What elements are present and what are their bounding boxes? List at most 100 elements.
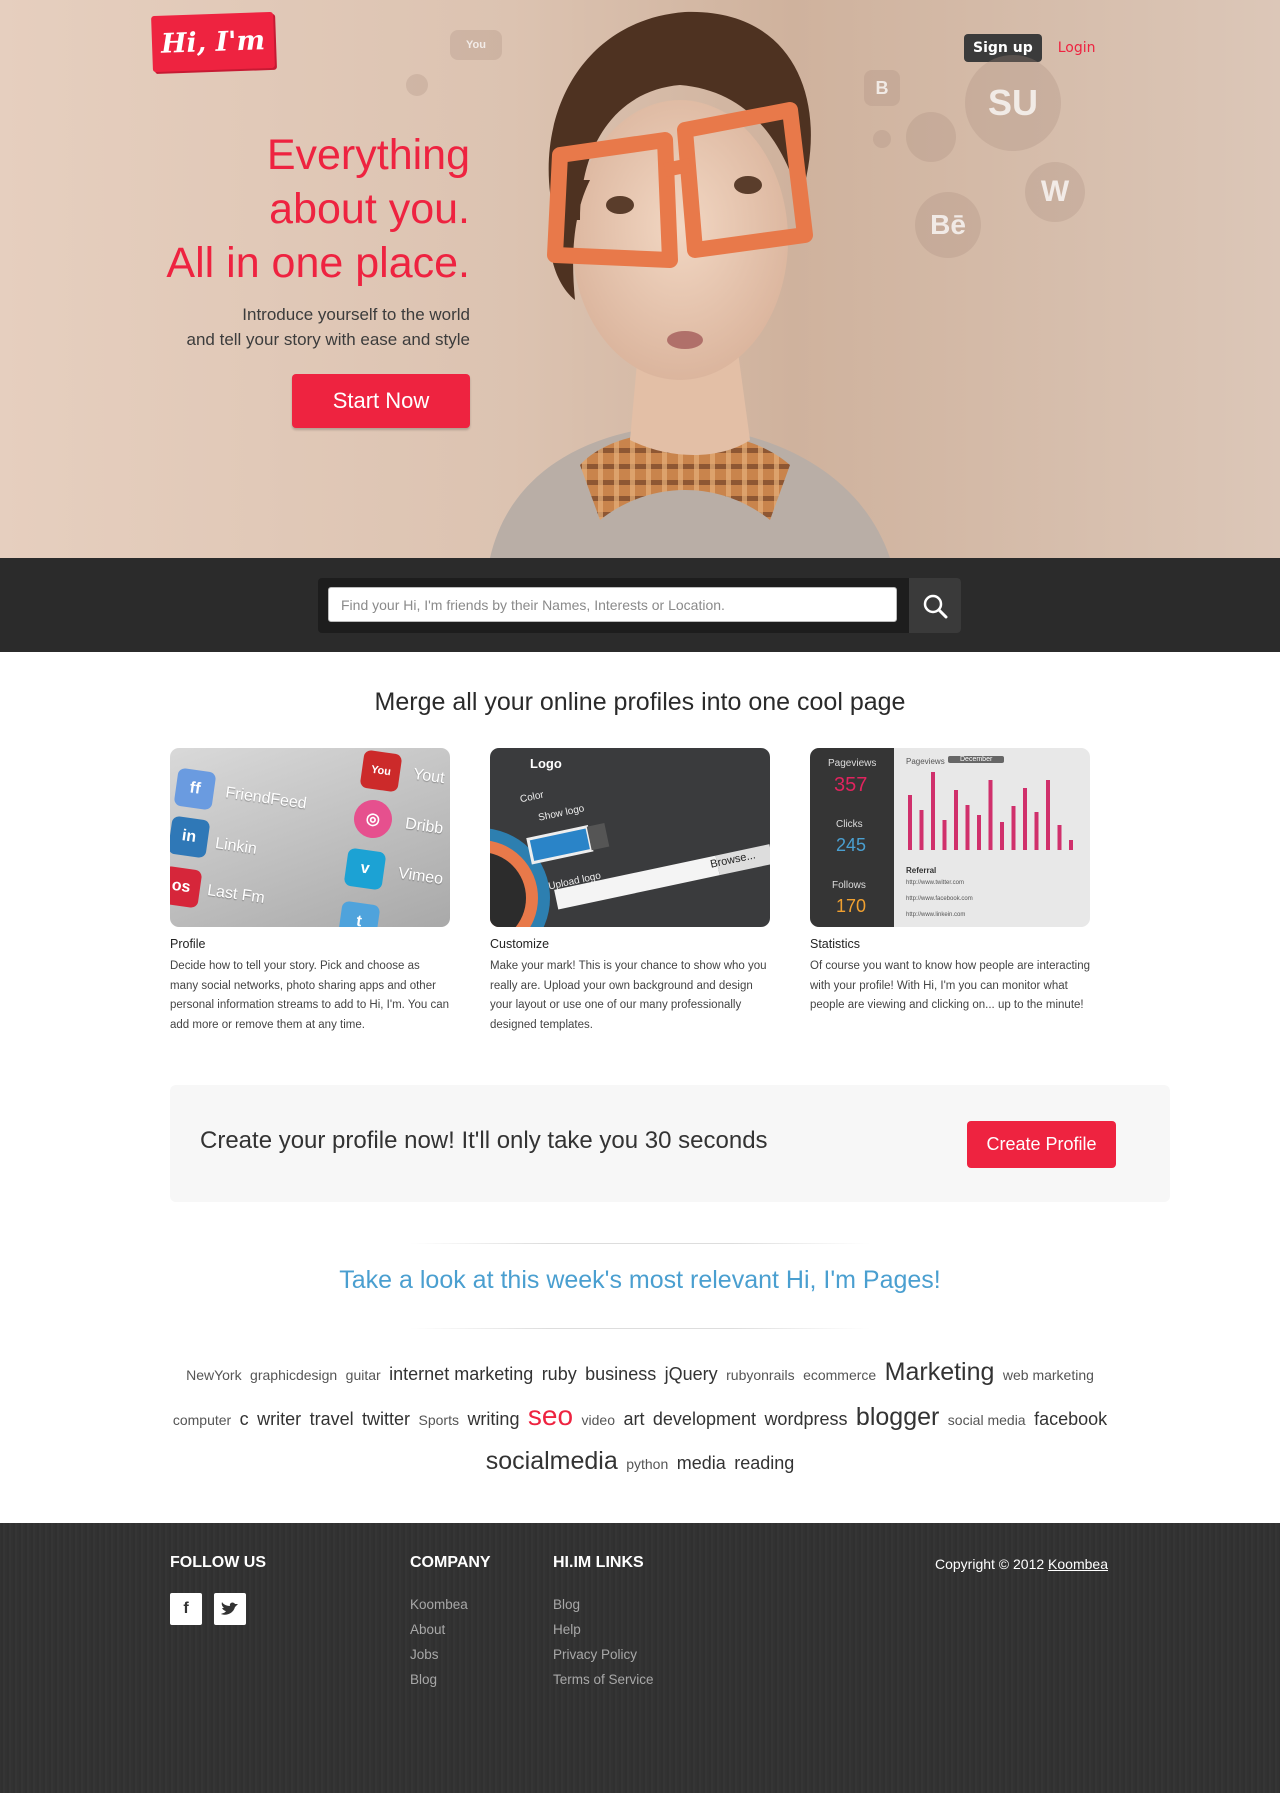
follow-heading: FOLLOW US	[170, 1554, 266, 1571]
create-profile-banner: Create your profile now! It'll only take…	[170, 1085, 1170, 1202]
tag-link[interactable]: Sports	[419, 1412, 459, 1428]
headline-line-3: All in one place.	[166, 239, 470, 287]
tag-link[interactable]: seo	[528, 1400, 573, 1431]
create-profile-button[interactable]: Create Profile	[967, 1121, 1116, 1168]
tag-link[interactable]: python	[626, 1456, 668, 1472]
hero-section: Hi, I'm Sign up Login Everything about y…	[0, 0, 1280, 558]
tag-link[interactable]: blogger	[856, 1403, 939, 1431]
thumb-label: FriendFeed	[224, 784, 308, 813]
friendfeed-icon: ff	[173, 767, 217, 811]
copyright-link[interactable]: Koombea	[1048, 1556, 1108, 1572]
footer-link-privacy[interactable]: Privacy Policy	[553, 1642, 654, 1667]
headline-line-2: about you.	[269, 185, 470, 233]
tag-link[interactable]: computer	[173, 1412, 231, 1428]
search-input[interactable]	[328, 587, 897, 622]
footer-link-koombea[interactable]: Koombea	[410, 1592, 468, 1617]
lastfm-icon: os	[170, 865, 203, 909]
search-button[interactable]	[909, 578, 961, 633]
stumbleupon-icon: SU	[965, 55, 1061, 151]
hero-subtitle: Introduce yourself to the world and tell…	[50, 302, 470, 352]
tag-link[interactable]: media	[677, 1453, 726, 1473]
subtitle-line-2: and tell your story with ease and style	[186, 330, 470, 349]
tag-link[interactable]: socialmedia	[486, 1447, 618, 1475]
login-link[interactable]: Login	[1058, 40, 1096, 56]
referral-row: http://www.facebook.com	[906, 896, 973, 902]
search-bar	[318, 578, 961, 633]
tag-link[interactable]: internet marketing	[389, 1364, 533, 1384]
stat-label: Follows	[832, 880, 866, 891]
tag-link[interactable]: writing	[467, 1409, 519, 1429]
referral-row: http://www.linkein.com	[906, 912, 966, 918]
tag-link[interactable]: Marketing	[885, 1358, 995, 1386]
tag-link[interactable]: ecommerce	[803, 1367, 876, 1383]
stats-bar	[954, 790, 958, 850]
tag-link[interactable]: rubyonrails	[726, 1367, 794, 1383]
tag-link[interactable]: c	[240, 1409, 249, 1429]
footer-link-blog[interactable]: Blog	[553, 1592, 654, 1617]
footer-link-about[interactable]: About	[410, 1617, 468, 1642]
feature-customize: Logo Color Show logo Upload logo Browse.…	[490, 748, 770, 1035]
twitter-icon: t	[337, 900, 381, 927]
stat-value: 357	[834, 774, 868, 796]
tag-link[interactable]: business	[585, 1364, 656, 1384]
feature-description: Of course you want to know how people ar…	[810, 960, 1090, 1011]
thumb-label: Last Fm	[206, 882, 266, 907]
footer-link-jobs[interactable]: Jobs	[410, 1642, 468, 1667]
company-heading: COMPANY	[410, 1554, 491, 1571]
thumb-heading: Logo	[530, 756, 562, 771]
tag-cloud: NewYork graphicdesign guitar internet ma…	[170, 1352, 1110, 1485]
company-links: Koombea About Jobs Blog	[410, 1592, 468, 1692]
feature-title: Customize	[490, 937, 550, 951]
tag-link[interactable]: video	[582, 1412, 615, 1428]
tag-link[interactable]: NewYork	[186, 1367, 242, 1383]
twitter-icon[interactable]	[214, 1593, 246, 1625]
divider	[410, 1243, 870, 1244]
tag-link[interactable]: writer	[257, 1409, 301, 1429]
footer-link-terms[interactable]: Terms of Service	[553, 1667, 654, 1692]
tag-link[interactable]: ruby	[542, 1364, 577, 1384]
behance-icon: Bē	[915, 192, 981, 258]
footer-link-help[interactable]: Help	[553, 1617, 654, 1642]
dribbble-icon: ◎	[351, 797, 395, 841]
himlinks-links: Blog Help Privacy Policy Terms of Servic…	[553, 1592, 654, 1692]
copyright-text: Copyright © 2012	[935, 1556, 1045, 1572]
stats-bar	[931, 772, 935, 850]
tag-link[interactable]: guitar	[346, 1367, 381, 1383]
tag-link[interactable]: wordpress	[764, 1409, 847, 1429]
tag-link[interactable]: art	[623, 1409, 644, 1429]
tag-link[interactable]: facebook	[1034, 1409, 1107, 1429]
stat-value: 170	[836, 896, 867, 916]
tag-link[interactable]: social media	[948, 1412, 1026, 1428]
tag-link[interactable]: graphicdesign	[250, 1367, 337, 1383]
features-title: Merge all your online profiles into one …	[374, 688, 906, 716]
tag-link[interactable]: web marketing	[1003, 1367, 1094, 1383]
tag-link[interactable]: reading	[734, 1453, 794, 1473]
stats-bar	[1057, 825, 1062, 850]
stats-bar	[919, 810, 924, 850]
vimeo-icon: v	[343, 847, 387, 891]
footer: FOLLOW US f COMPANY Koombea About Jobs B…	[0, 1523, 1280, 1793]
stats-bar	[1046, 780, 1050, 850]
customize-illustration	[490, 823, 770, 927]
tag-link[interactable]: development	[653, 1409, 756, 1429]
stats-bar	[1023, 788, 1027, 850]
search-icon	[923, 594, 948, 618]
chart-month-select: December	[948, 756, 1005, 763]
site-logo[interactable]: Hi, I'm	[151, 11, 275, 73]
tag-link[interactable]: twitter	[362, 1409, 410, 1429]
headline-line-1: Everything	[266, 131, 470, 179]
stats-bar-chart	[908, 772, 1073, 850]
thumb-label: Yout	[412, 765, 446, 788]
copyright: Copyright © 2012 Koombea	[935, 1556, 1108, 1572]
tag-link[interactable]: travel	[310, 1409, 354, 1429]
feature-profile: ff FriendFeed in Linkin os Last Fm You Y…	[170, 748, 450, 1035]
hero-headline: Everything about you. All in one place.	[50, 128, 470, 290]
bubble-decoration	[906, 112, 956, 162]
tag-link[interactable]: jQuery	[665, 1364, 718, 1384]
footer-link-blog[interactable]: Blog	[410, 1667, 468, 1692]
wordpress-icon: W	[1025, 162, 1085, 222]
facebook-icon[interactable]: f	[170, 1593, 202, 1625]
youtube-icon: You	[359, 749, 403, 793]
start-now-button[interactable]: Start Now	[292, 374, 470, 428]
linkedin-icon: in	[170, 815, 211, 859]
